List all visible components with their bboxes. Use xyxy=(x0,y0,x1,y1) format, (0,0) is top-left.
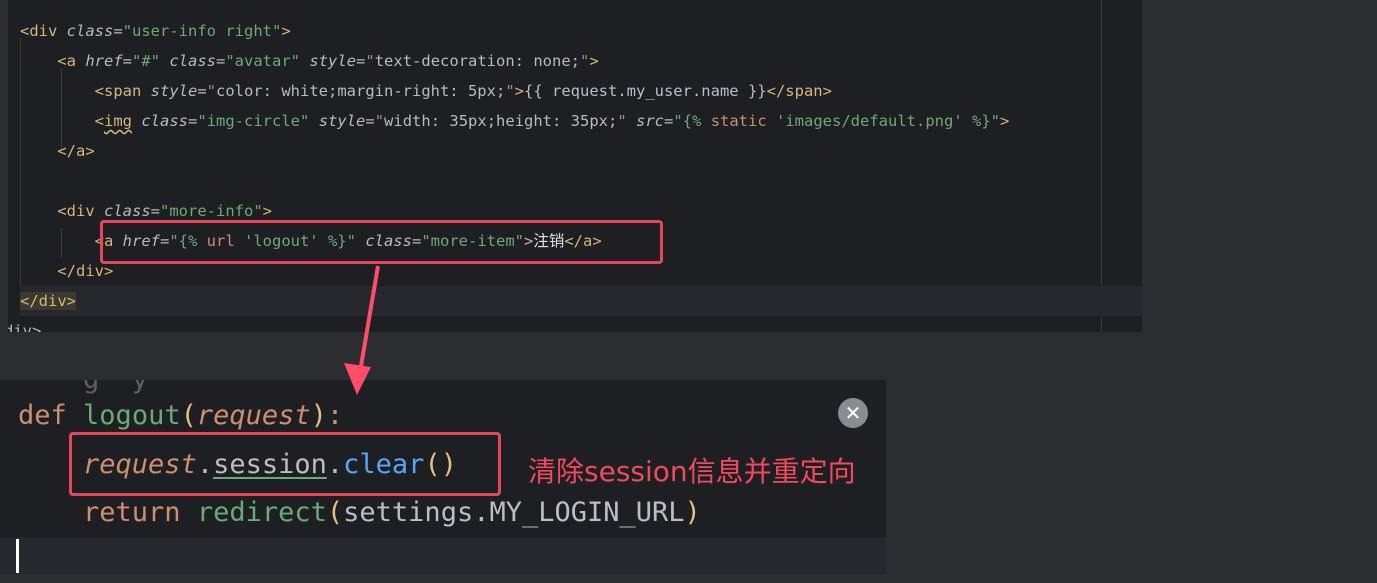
code-token: </span> xyxy=(766,82,832,100)
code-token: = xyxy=(197,82,207,100)
code-token: <a xyxy=(57,52,86,70)
code-token: " xyxy=(617,112,637,130)
annotation-note: 清除session信息并重定向 xyxy=(528,455,856,488)
code-token: style xyxy=(150,82,198,100)
highlight-session-clear xyxy=(69,432,501,496)
code-token: " xyxy=(505,82,515,100)
code-token: href xyxy=(85,52,123,70)
code-token: "avatar" xyxy=(225,52,310,70)
code-line: <span style="color: white;margin-right: … xyxy=(20,76,832,106)
code-token: 'images/default.png' %}" xyxy=(766,112,1000,130)
code-token: " xyxy=(374,112,385,130)
text-cursor xyxy=(16,539,19,573)
code-token: style xyxy=(318,112,366,130)
code-token: "{% xyxy=(673,112,711,130)
code-token: " xyxy=(580,52,590,70)
code-token: {{ request.my_user.name }} xyxy=(524,82,767,100)
code-token: > xyxy=(281,22,291,40)
code-token: static xyxy=(710,112,767,130)
code-token: = xyxy=(150,202,161,220)
code-token: <div xyxy=(57,202,104,220)
code-token: <div xyxy=(20,22,67,40)
code-token: "user-info right" xyxy=(122,22,282,40)
code-token: = xyxy=(356,52,366,70)
code-token: " xyxy=(365,52,375,70)
html-template-editor[interactable]: <div class="user-info right"> <a href="#… xyxy=(8,0,1142,332)
code-line: <div class="user-info right"> xyxy=(20,16,291,46)
code-token: color: white;margin-right: 5px; xyxy=(216,82,506,100)
param-request: request xyxy=(196,400,311,431)
code-token: > xyxy=(999,112,1010,130)
code-token: class xyxy=(169,52,216,70)
paren-open: ( xyxy=(180,400,197,431)
right-margin-guide xyxy=(1101,0,1102,332)
code-token: = xyxy=(113,22,123,40)
code-token: style xyxy=(309,52,357,70)
code-token: "img-circle" xyxy=(197,112,319,130)
highlight-logout-link xyxy=(100,220,663,264)
paren-open: ( xyxy=(326,497,344,528)
dot: . xyxy=(473,497,490,528)
code-token: div> xyxy=(8,322,42,332)
function-name: logout xyxy=(83,400,181,431)
code-token: src xyxy=(636,112,665,130)
code-line: <a href="#" class="avatar" style="text-d… xyxy=(20,46,599,76)
keyword-return: return xyxy=(83,497,181,528)
code-token: = xyxy=(122,52,132,70)
code-line-def: def logout(request): xyxy=(18,396,343,436)
code-token: "#" xyxy=(132,52,170,70)
code-token: width: 35px;height: 35px; xyxy=(384,112,618,130)
redirect-function: redirect xyxy=(196,497,327,528)
code-token: > xyxy=(262,202,273,220)
code-token: > xyxy=(514,82,524,100)
current-line-highlight xyxy=(0,537,886,574)
close-icon[interactable]: ✕ xyxy=(838,398,868,428)
code-token: </a> xyxy=(57,142,95,160)
screenshot-stage: <div class="user-info right"> <a href="#… xyxy=(0,0,1377,583)
code-token: < xyxy=(94,112,104,130)
login-url-setting: MY_LOGIN_URL xyxy=(489,497,685,528)
code-token: = xyxy=(188,112,198,130)
paren-close: ) xyxy=(310,400,327,431)
code-line: div> xyxy=(8,316,41,332)
code-token: class xyxy=(66,22,114,40)
code-token: text-decoration: none; xyxy=(374,52,581,70)
code-token: > xyxy=(589,52,599,70)
colon: : xyxy=(326,400,344,431)
settings-object: settings xyxy=(343,497,474,528)
code-line: </div> xyxy=(20,286,1142,316)
code-token: "more-info" xyxy=(160,202,263,220)
code-line-return: return redirect(settings.MY_LOGIN_URL) xyxy=(18,493,701,533)
code-token: </div> xyxy=(20,292,76,310)
code-token: class xyxy=(141,112,189,130)
code-line: </a> xyxy=(20,136,95,166)
paren-close: ) xyxy=(684,497,701,528)
code-token: = xyxy=(664,112,674,130)
code-token: = xyxy=(216,52,226,70)
code-token: img xyxy=(104,112,132,130)
code-token: = xyxy=(365,112,375,130)
code-token: </div> xyxy=(57,262,114,280)
keyword-def: def xyxy=(18,400,67,431)
code-token: <span xyxy=(94,82,151,100)
code-line: <img class="img-circle" style="width: 35… xyxy=(20,106,1010,136)
code-token: class xyxy=(104,202,151,220)
code-token: " xyxy=(206,82,217,100)
